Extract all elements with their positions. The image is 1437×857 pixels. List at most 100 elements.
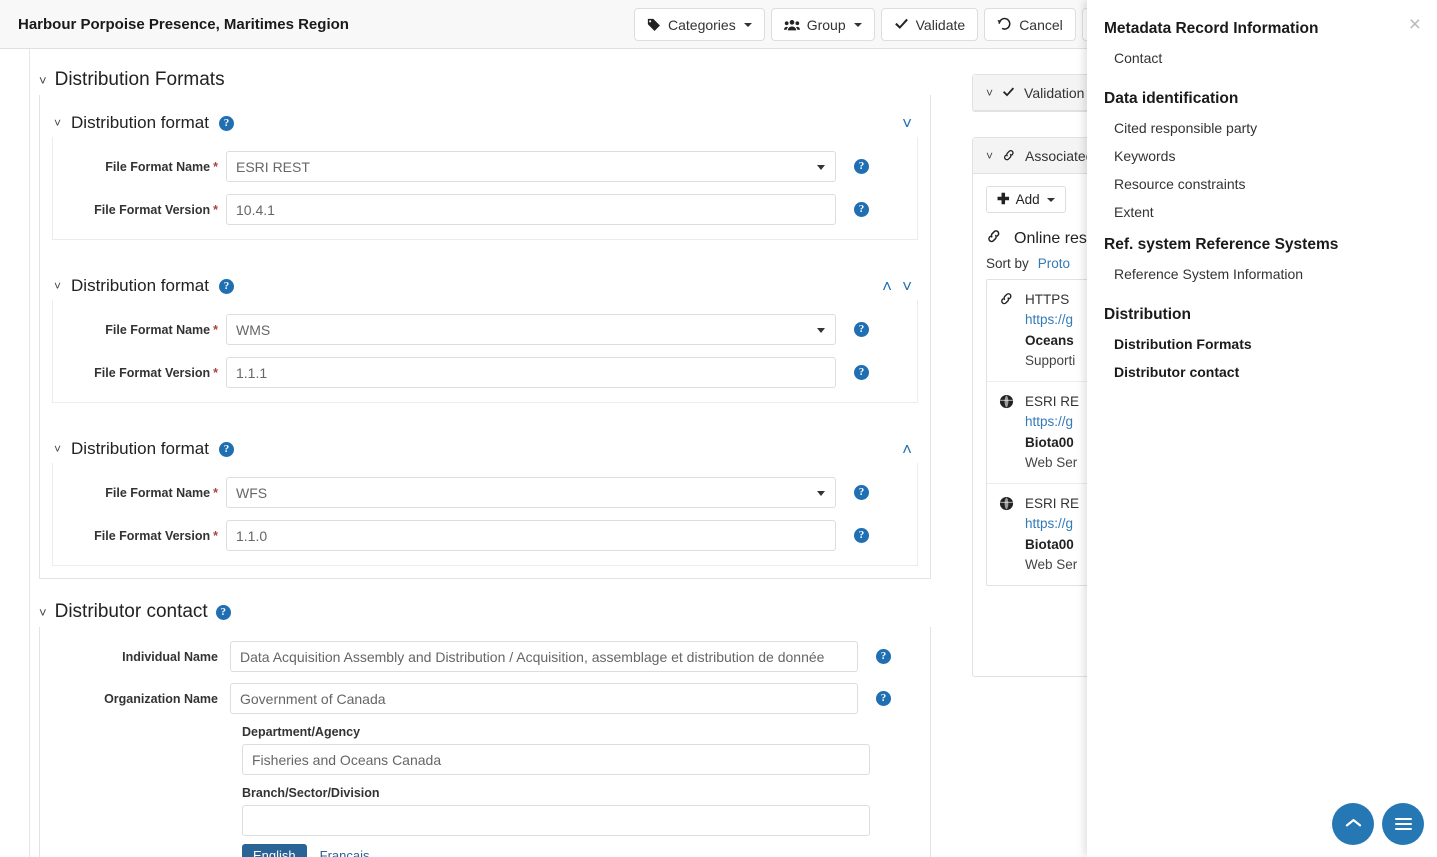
toolbar-button-group: Categories Group Validate Cancel	[634, 8, 1130, 41]
chevron-down-icon	[1046, 197, 1055, 202]
help-icon[interactable]: ?	[876, 649, 891, 664]
file-format-version-control	[226, 520, 836, 551]
sidebar-group-metadata-record-information[interactable]: Metadata Record Information	[1087, 14, 1437, 44]
organization-name-input[interactable]	[230, 683, 858, 714]
chevron-down-icon[interactable]: ˅	[54, 442, 61, 456]
resource-name: Biota00	[1025, 434, 1074, 450]
department-agency-input[interactable]	[242, 744, 870, 775]
help-icon[interactable]: ?	[218, 441, 234, 457]
label-text: File Format Name	[105, 159, 211, 174]
department-agency-control	[242, 744, 870, 775]
file-format-name-label: File Format Name *	[53, 160, 226, 174]
file-format-version-control	[226, 194, 836, 225]
sidebar-group-distribution[interactable]: Distribution	[1087, 300, 1437, 330]
close-icon[interactable]: ×	[1409, 14, 1421, 35]
distribution-formats-title: Distribution Formats	[54, 69, 225, 90]
file-format-version-input[interactable]	[226, 194, 836, 225]
distribution-format-fields: File Format Name * WFS ? File Format Vers…	[52, 463, 918, 566]
add-button[interactable]: ✚ Add	[986, 186, 1066, 213]
hamburger-icon	[1394, 815, 1412, 833]
cancel-label: Cancel	[1019, 16, 1063, 33]
sidebar-item-distribution-formats[interactable]: Distribution Formats	[1087, 330, 1437, 358]
categories-button[interactable]: Categories	[634, 8, 765, 41]
resource-url[interactable]: https://g	[1025, 514, 1079, 534]
sidebar-item-extent[interactable]: Extent	[1087, 198, 1437, 226]
resource-protocol: HTTPS	[1025, 292, 1070, 307]
check-icon	[1002, 85, 1015, 101]
categories-label: Categories	[668, 16, 736, 33]
organization-name-label: Organization Name	[104, 691, 218, 706]
label-text: File Format Version	[94, 202, 211, 217]
help-icon[interactable]: ?	[854, 159, 869, 174]
help-icon[interactable]: ?	[854, 485, 869, 500]
department-agency-label: Department/Agency	[242, 725, 361, 739]
sidebar-item-distributor-contact[interactable]: Distributor contact	[1087, 358, 1437, 386]
distribution-format-header[interactable]: ˅ Distribution format ?	[54, 113, 930, 137]
scroll-to-top-button[interactable]	[1332, 803, 1374, 845]
distributor-contact-header[interactable]: ˅ Distributor contact ?	[39, 601, 931, 629]
add-button-label: Add	[1015, 192, 1040, 207]
tab-english[interactable]: English	[242, 844, 307, 857]
link-icon	[999, 290, 1014, 371]
chevron-down-icon[interactable]: ˅	[54, 116, 61, 130]
distribution-format-block: ˅ Distribution format ? ˄ File Format Na…	[40, 429, 930, 566]
distribution-format-header[interactable]: ˅ Distribution format ?	[54, 276, 930, 300]
menu-button[interactable]	[1382, 803, 1424, 845]
tag-icon	[647, 18, 661, 32]
distribution-formats-header[interactable]: ˅ Distribution Formats	[39, 69, 931, 97]
chevron-down-icon[interactable]: ˅	[39, 605, 47, 620]
validate-button[interactable]: Validate	[880, 8, 979, 41]
help-icon[interactable]: ?	[854, 322, 869, 337]
help-icon[interactable]: ?	[215, 604, 231, 620]
help-icon[interactable]: ?	[854, 528, 869, 543]
required-marker: *	[213, 528, 218, 543]
chevron-down-icon[interactable]: ˅	[54, 279, 61, 293]
file-format-version-input[interactable]	[226, 520, 836, 551]
move-up-icon[interactable]: ˄	[902, 441, 912, 458]
distribution-format-header[interactable]: ˅ Distribution format ?	[54, 439, 930, 463]
resource-url[interactable]: https://g	[1025, 412, 1079, 432]
branch-sector-division-input[interactable]	[242, 805, 870, 836]
file-format-version-label: File Format Version *	[53, 366, 226, 380]
sort-by-protocol-link[interactable]: Proto	[1038, 256, 1070, 271]
file-format-name-row: File Format Name * ESRI REST ?	[53, 151, 917, 182]
chevron-down-icon[interactable]: ˅	[986, 86, 993, 100]
sidebar-item-keywords[interactable]: Keywords	[1087, 142, 1437, 170]
help-icon[interactable]: ?	[218, 278, 234, 294]
file-format-version-input[interactable]	[226, 357, 836, 388]
file-format-name-select[interactable]: ESRI REST	[226, 151, 836, 182]
required-marker: *	[213, 202, 218, 217]
file-format-name-select[interactable]: WFS	[226, 477, 836, 508]
resource-description: Supporti	[1025, 352, 1076, 368]
sidebar-item-resource-constraints[interactable]: Resource constraints	[1087, 170, 1437, 198]
reorder-controls: ˅	[902, 115, 912, 132]
sidebar-group-data-identification[interactable]: Data identification	[1087, 84, 1437, 114]
move-down-icon[interactable]: ˅	[902, 115, 912, 132]
help-icon[interactable]: ?	[876, 691, 891, 706]
distribution-format-title: Distribution format	[71, 276, 209, 295]
sidebar-item-cited-responsible-party[interactable]: Cited responsible party	[1087, 114, 1437, 142]
help-icon[interactable]: ?	[854, 365, 869, 380]
move-up-icon[interactable]: ˄	[882, 278, 892, 295]
cancel-button[interactable]: Cancel	[984, 8, 1076, 41]
sidebar-group-ref-system-reference-systems[interactable]: Ref. system Reference Systems	[1087, 230, 1437, 260]
file-format-name-select[interactable]: WMS	[226, 314, 836, 345]
move-down-icon[interactable]: ˅	[902, 278, 912, 295]
label-text: File Format Name	[105, 322, 211, 337]
tab-francais[interactable]: Français	[309, 844, 381, 857]
file-format-version-row: File Format Version* ?	[53, 520, 917, 551]
undo-icon	[997, 17, 1012, 32]
resource-name: Oceans	[1025, 332, 1074, 348]
help-icon[interactable]: ?	[854, 202, 869, 217]
sidebar-item-reference-system-information[interactable]: Reference System Information	[1087, 260, 1437, 288]
sidebar-item-contact[interactable]: Contact	[1087, 44, 1437, 72]
distributor-contact-title: Distributor contact	[54, 601, 208, 622]
help-icon[interactable]: ?	[218, 115, 234, 131]
resource-url[interactable]: https://g	[1025, 310, 1075, 330]
individual-name-input[interactable]	[230, 641, 858, 672]
left-gutter	[0, 49, 30, 857]
reorder-controls: ˄	[902, 441, 912, 458]
chevron-down-icon[interactable]: ˅	[986, 149, 993, 163]
chevron-down-icon[interactable]: ˅	[39, 73, 47, 88]
group-button[interactable]: Group	[770, 8, 875, 41]
